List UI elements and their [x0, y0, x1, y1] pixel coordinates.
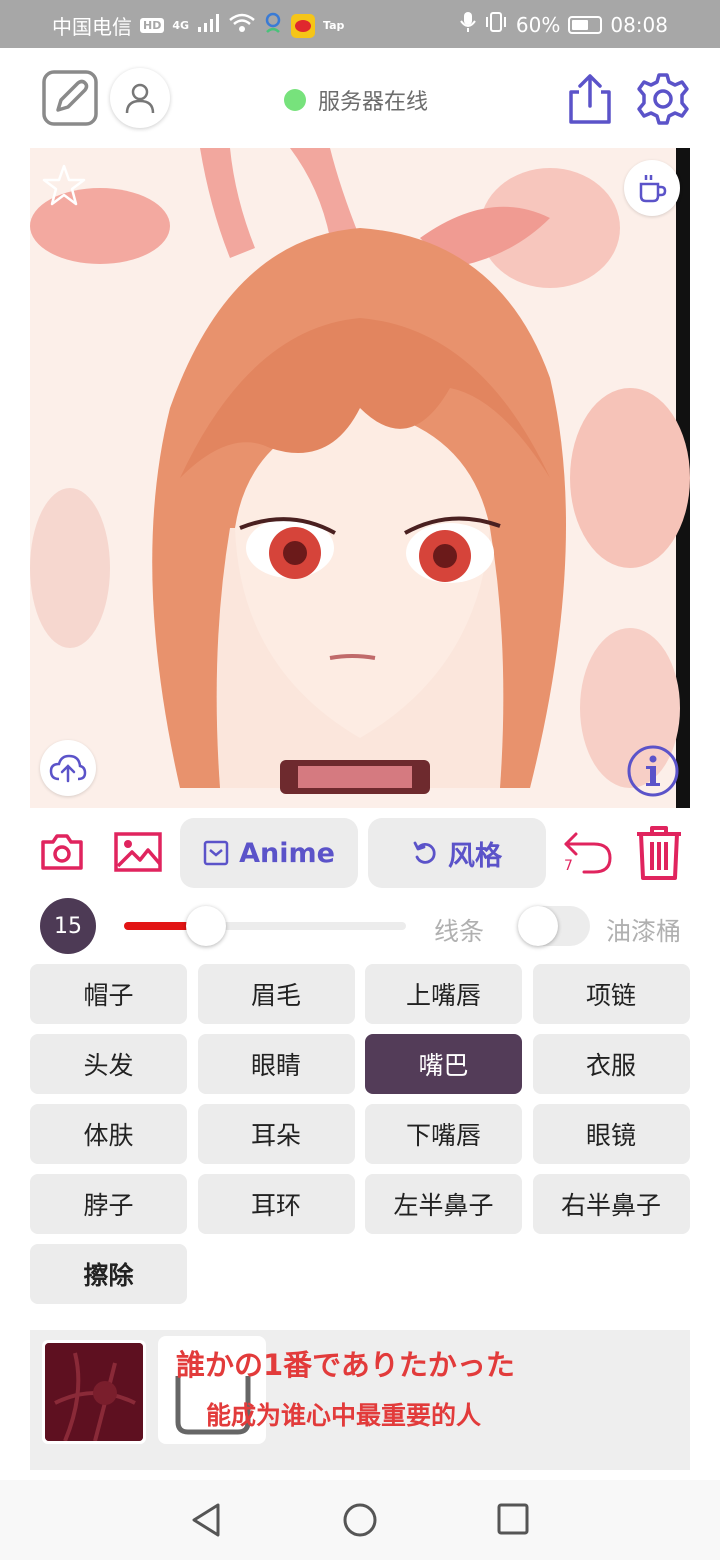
part-button[interactable]: 左半鼻子: [365, 1174, 522, 1234]
bucket-toggle[interactable]: [518, 906, 590, 946]
account-button[interactable]: [110, 68, 170, 128]
part-button[interactable]: 耳朵: [197, 1104, 355, 1164]
part-button[interactable]: 脖子: [30, 1174, 187, 1234]
style-button[interactable]: 风格: [368, 818, 546, 888]
wifi-icon: [229, 13, 255, 38]
vibrate-icon: [484, 11, 508, 38]
drawing-canvas[interactable]: [30, 148, 690, 808]
brush-size-slider[interactable]: [124, 906, 406, 946]
dark-red-thumbnail-image: [45, 1343, 143, 1441]
cloud-upload-icon: [49, 754, 87, 783]
battery-percent: 60%: [515, 12, 561, 37]
server-status: 服务器在线: [284, 84, 428, 116]
part-button[interactable]: 帽子: [30, 964, 187, 1024]
part-button[interactable]: 衣服: [532, 1034, 690, 1094]
history-thumbnail[interactable]: [42, 1340, 146, 1444]
part-button[interactable]: 眉毛: [197, 964, 355, 1024]
info-button[interactable]: [626, 744, 680, 798]
server-status-label: 服务器在线: [318, 90, 429, 115]
tool-row: Anime 风格 7: [30, 818, 690, 888]
lyric-japanese: 誰かの1番でありたかった: [176, 1348, 515, 1382]
carrier-name: 中国电信: [52, 15, 132, 39]
part-button[interactable]: 眼睛: [197, 1034, 355, 1094]
style-label: 风格: [448, 840, 502, 872]
share-button[interactable]: [564, 72, 616, 126]
part-button[interactable]: 上嘴唇: [365, 964, 522, 1024]
line-mode-label: 线条: [434, 917, 485, 946]
share-icon: [569, 74, 611, 124]
delete-button[interactable]: [634, 824, 684, 882]
part-button[interactable]: 下嘴唇: [365, 1104, 522, 1164]
part-button[interactable]: 右半鼻子: [532, 1174, 690, 1234]
brush-controls: 15 线条 油漆桶: [40, 898, 700, 958]
gear-icon: [637, 73, 689, 125]
hd-badge: HD: [140, 18, 165, 33]
image-icon: [114, 832, 162, 872]
signal-icon: [197, 13, 221, 38]
anime-mode-button[interactable]: Anime: [180, 818, 358, 888]
slider-thumb[interactable]: [185, 906, 226, 946]
anime-portrait-image: [30, 148, 690, 808]
navigation-bar: [0, 1480, 720, 1560]
app-notification-icon: [263, 12, 283, 39]
mic-icon: [460, 11, 476, 38]
bucket-mode-label: 油漆桶: [606, 917, 682, 946]
coffee-button[interactable]: [624, 160, 680, 216]
back-triangle-icon: [192, 1503, 220, 1537]
edit-icon: [42, 70, 98, 126]
user-icon: [125, 83, 155, 114]
anime-label: Anime: [239, 837, 335, 869]
back-button[interactable]: [190, 1502, 222, 1542]
part-button[interactable]: 眼镜: [532, 1104, 690, 1164]
history-strip: 誰かの1番でありたかった 能成为谁心中最重要的人: [30, 1330, 690, 1470]
refresh-icon: [413, 841, 436, 864]
undo-count: 7: [564, 858, 573, 874]
camera-icon: [41, 834, 83, 870]
gallery-button[interactable]: [114, 832, 162, 872]
status-dot: [284, 89, 306, 111]
recents-button[interactable]: [496, 1502, 530, 1540]
undo-button[interactable]: 7: [562, 828, 614, 878]
weibo-icon: [291, 13, 316, 38]
brush-size-indicator: 15: [40, 898, 96, 954]
part-button[interactable]: 项链: [532, 964, 690, 1024]
part-button[interactable]: 头发: [30, 1034, 187, 1094]
tap-label: Tap: [323, 19, 345, 32]
part-button[interactable]: 擦除: [30, 1244, 187, 1304]
top-bar: 服务器在线: [0, 48, 720, 148]
battery-icon: [568, 15, 603, 34]
edit-mode-button[interactable]: [42, 70, 98, 126]
toggle-knob: [518, 906, 558, 946]
clock: 08:08: [610, 12, 668, 37]
settings-button[interactable]: [634, 70, 692, 128]
part-button[interactable]: 耳环: [197, 1174, 355, 1234]
status-left: 中国电信 HD 4G Tap: [52, 11, 344, 40]
info-icon: [627, 745, 679, 797]
favorite-button[interactable]: [40, 162, 88, 210]
home-circle-icon: [343, 1503, 377, 1537]
status-bar: 中国电信 HD 4G Tap 60% 08:08: [0, 0, 720, 48]
checkbox-icon: [203, 840, 229, 866]
part-button[interactable]: 嘴巴: [365, 1034, 522, 1094]
star-icon: [42, 164, 86, 206]
home-button[interactable]: [342, 1502, 378, 1542]
recents-square-icon: [497, 1503, 529, 1535]
trash-icon: [637, 826, 681, 880]
status-right: 60% 08:08: [460, 11, 668, 38]
network-type: 4G: [172, 19, 190, 32]
camera-button[interactable]: [40, 832, 84, 872]
part-button[interactable]: 体肤: [30, 1104, 187, 1164]
upload-button[interactable]: [40, 740, 96, 796]
coffee-icon: [639, 175, 667, 203]
lyric-chinese: 能成为谁心中最重要的人: [206, 1401, 482, 1430]
